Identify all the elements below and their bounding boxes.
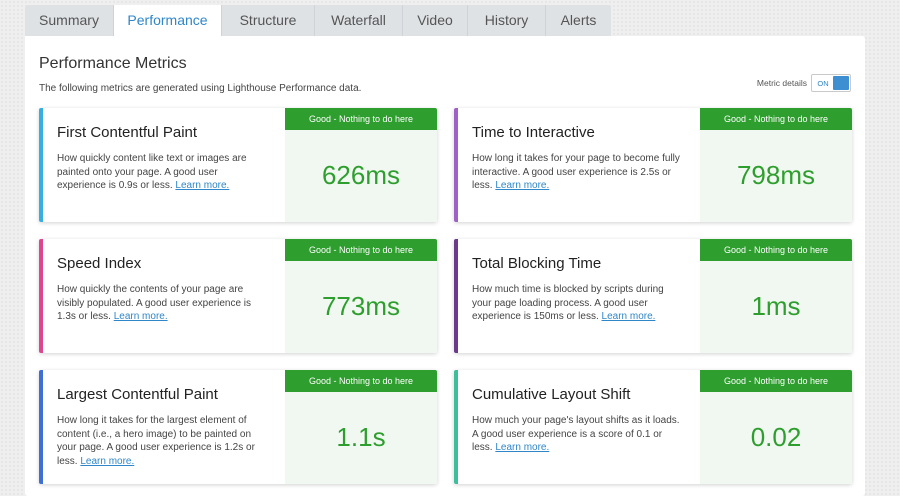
- metric-description: How quickly the contents of your page ar…: [57, 283, 269, 324]
- metric-color-bar: [454, 108, 458, 222]
- metric-result: Good - Nothing to do here 1ms: [700, 239, 852, 353]
- metric-description: How long it takes for the largest elemen…: [57, 414, 269, 468]
- metric-result: Good - Nothing to do here 0.02: [700, 370, 852, 484]
- metric-name: Speed Index: [57, 255, 142, 272]
- metric-name: Time to Interactive: [472, 124, 595, 141]
- metric-description: How much time is blocked by scripts duri…: [472, 283, 684, 324]
- metric-value: 626ms: [321, 160, 401, 190]
- toggle-state-text: ON: [817, 78, 829, 88]
- metric-result: Good - Nothing to do here 626ms: [285, 108, 437, 222]
- metric-value: 1ms: [751, 291, 801, 321]
- metric-value: 773ms: [321, 291, 401, 321]
- metric-card-speed-index: Speed Index How quickly the contents of y…: [39, 239, 437, 353]
- metric-name: Total Blocking Time: [472, 255, 602, 272]
- metric-card-cumulative-layout-shift: Cumulative Layout Shift How much your pag…: [454, 370, 852, 484]
- metric-value: 1.1s: [336, 422, 386, 452]
- status-badge: Good - Nothing to do here: [700, 108, 852, 130]
- metric-description: How much your page's layout shifts as it…: [472, 414, 684, 455]
- report-tabs: Summary Performance Structure Waterfall …: [25, 5, 611, 38]
- tab-performance[interactable]: Performance: [114, 5, 222, 38]
- tab-structure[interactable]: Structure: [222, 5, 315, 37]
- metric-name: Cumulative Layout Shift: [472, 386, 631, 403]
- metric-description: How long it takes for your page to becom…: [472, 152, 684, 193]
- tab-history[interactable]: History: [468, 5, 546, 37]
- metric-card-total-blocking-time: Total Blocking Time How much time is bloc…: [454, 239, 852, 353]
- panel-title: Performance Metrics: [39, 55, 187, 72]
- learn-more-link[interactable]: Learn more.: [114, 311, 168, 322]
- metric-details-label: Metric details: [756, 78, 807, 88]
- metric-result: Good - Nothing to do here 798ms: [700, 108, 852, 222]
- tab-alerts[interactable]: Alerts: [546, 5, 611, 37]
- metric-card-first-contentful-paint: First Contentful Paint How quickly conten…: [39, 108, 437, 222]
- status-badge: Good - Nothing to do here: [285, 370, 437, 392]
- tab-video[interactable]: Video: [403, 5, 468, 37]
- metric-color-bar: [454, 239, 458, 353]
- learn-more-link[interactable]: Learn more.: [495, 180, 549, 191]
- metric-name: Largest Contentful Paint: [57, 386, 218, 403]
- metric-details-toggle[interactable]: ON: [811, 74, 851, 92]
- status-badge: Good - Nothing to do here: [285, 108, 437, 130]
- learn-more-link[interactable]: Learn more.: [495, 442, 549, 453]
- learn-more-link[interactable]: Learn more.: [175, 180, 229, 191]
- metric-card-time-to-interactive: Time to Interactive How long it takes for…: [454, 108, 852, 222]
- learn-more-link[interactable]: Learn more.: [602, 311, 656, 322]
- toggle-knob: [833, 76, 849, 90]
- metric-card-largest-contentful-paint: Largest Contentful Paint How long it take…: [39, 370, 437, 484]
- tab-waterfall[interactable]: Waterfall: [315, 5, 403, 37]
- metric-result: Good - Nothing to do here 773ms: [285, 239, 437, 353]
- panel-subtitle: The following metrics are generated usin…: [39, 83, 362, 94]
- tab-summary[interactable]: Summary: [25, 5, 114, 37]
- metric-color-bar: [39, 108, 43, 222]
- metric-description: How quickly content like text or images …: [57, 152, 269, 193]
- metric-color-bar: [39, 239, 43, 353]
- metric-value: 0.02: [750, 422, 802, 452]
- metric-value: 798ms: [736, 160, 816, 190]
- metric-details-control: Metric details ON: [757, 74, 851, 92]
- status-badge: Good - Nothing to do here: [285, 239, 437, 261]
- learn-more-link[interactable]: Learn more.: [80, 456, 134, 467]
- metric-color-bar: [39, 370, 43, 484]
- status-badge: Good - Nothing to do here: [700, 370, 852, 392]
- metric-name: First Contentful Paint: [57, 124, 198, 141]
- status-badge: Good - Nothing to do here: [700, 239, 852, 261]
- metric-result: Good - Nothing to do here 1.1s: [285, 370, 437, 484]
- metric-color-bar: [454, 370, 458, 484]
